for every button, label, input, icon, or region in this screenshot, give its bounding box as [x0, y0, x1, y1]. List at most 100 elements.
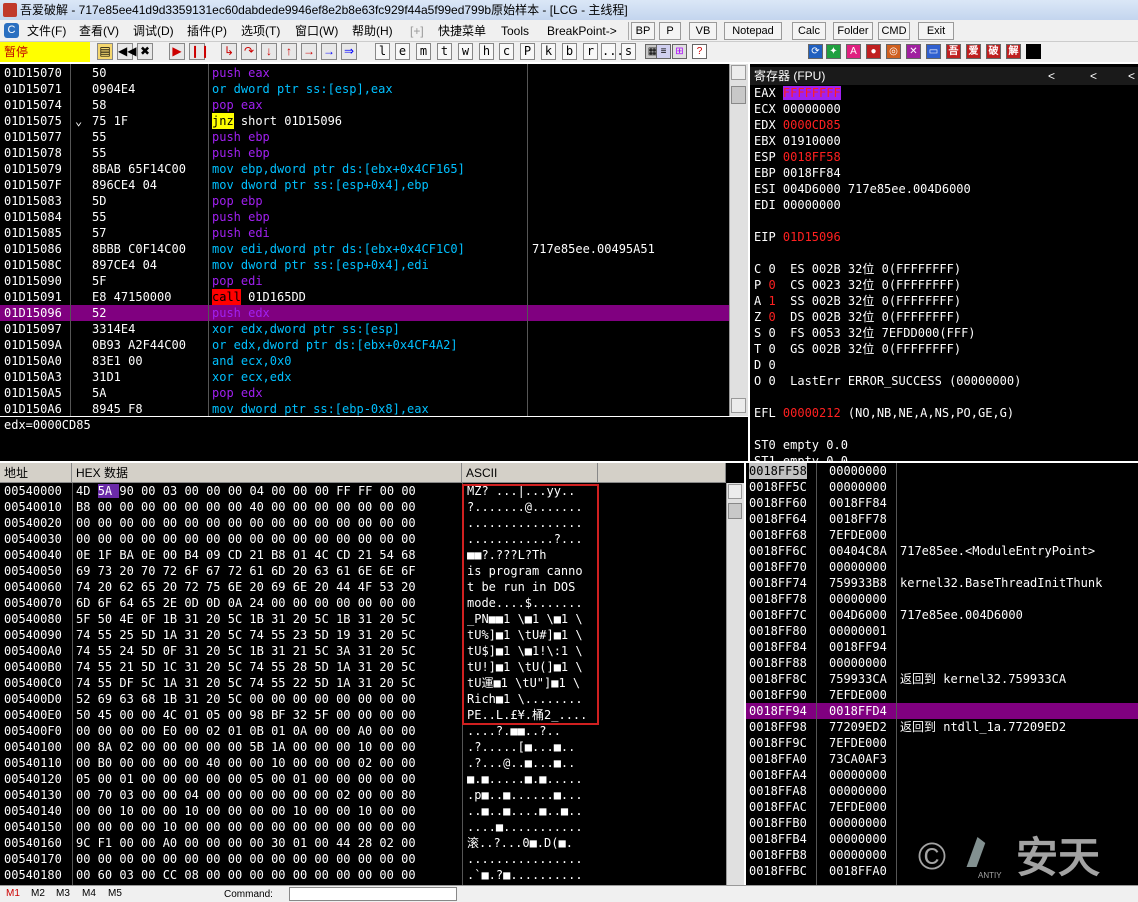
register-line[interactable]: Z 0 DS 002B 32位 0(FFFFFFFF) [754, 309, 1138, 325]
dump-header-ascii[interactable]: ASCII [462, 463, 598, 483]
menu-app-icon[interactable]: C [4, 23, 19, 38]
register-value[interactable]: FFFFFFFF [782, 86, 841, 100]
windows-window-button[interactable]: w [458, 43, 473, 60]
register-line[interactable]: EBP 0018FF84 [754, 165, 1138, 181]
dump-row[interactable]: 00540120 05 00 01 00 00 00 00 00 05 00 01… [0, 771, 726, 787]
memory-tab-m1[interactable]: M1 [6, 888, 20, 899]
register-line[interactable]: ESP 0018FF58 [754, 149, 1138, 165]
p-button[interactable]: P [659, 22, 681, 40]
disasm-row[interactable]: 01D150A0 83E1 00 and ecx,0x0 [0, 353, 730, 369]
register-value[interactable]: 00000212 [783, 406, 841, 420]
register-line[interactable]: EBX 01910000 [754, 133, 1138, 149]
logo-po-icon[interactable]: 破 [986, 44, 1001, 59]
menu-plugins[interactable]: 插件(P) [187, 23, 227, 39]
chevron-left-icon[interactable]: < [1128, 67, 1135, 85]
trace-into-icon[interactable]: ↓ [261, 43, 277, 60]
execute-till-return-icon[interactable]: → [301, 43, 317, 60]
disasm-row[interactable]: 01D15086 8BBB C0F14C00 mov edi,dword ptr ds… [0, 241, 730, 257]
step-into-icon[interactable]: ↳ [221, 43, 237, 60]
handles-window-button[interactable]: h [479, 43, 494, 60]
dump-row[interactable]: 005400B0 74 55 21 5D 1C 31 20 5C 74 55 28… [0, 659, 726, 675]
list-view-icon[interactable]: ≡ [656, 44, 671, 59]
stack-row[interactable]: 0018FF64 0018FF78 [746, 511, 1138, 527]
stack-row[interactable]: 0018FFAC 7EFDE000 [746, 799, 1138, 815]
list-icon[interactable]: ⇒ [341, 43, 357, 60]
disasm-row[interactable]: 01D1508C 897CE4 04 mov dword ptr ss:[esp+0x… [0, 257, 730, 273]
menu-file[interactable]: 文件(F) [27, 23, 66, 39]
stack-row[interactable]: 0018FF58 00000000 [746, 463, 1138, 479]
stack-row[interactable]: 0018FF70 00000000 [746, 559, 1138, 575]
disasm-row[interactable]: 01D150A5 5A pop edx [0, 385, 730, 401]
disasm-row[interactable]: 01D15074 58 pop eax [0, 97, 730, 113]
plugin-green-icon[interactable]: ✦ [826, 44, 841, 59]
stop-icon[interactable]: ● [866, 44, 881, 59]
register-value[interactable]: 0018FF58 [783, 150, 841, 164]
stack-row[interactable]: 0018FFA4 00000000 [746, 767, 1138, 783]
logo-ai-icon[interactable]: 爱 [966, 44, 981, 59]
refresh-icon[interactable]: ⟳ [808, 44, 823, 59]
vb-button[interactable]: VB [689, 22, 717, 40]
register-line[interactable]: D 0 [754, 357, 1138, 373]
register-line[interactable]: ST1 empty 0.0 [754, 453, 1138, 461]
stack-row[interactable]: 0018FF74 759933B8 kernel32.BaseThreadInitT… [746, 575, 1138, 591]
register-line[interactable]: S 0 FS 0053 32位 7EFDD000(FFF) [754, 325, 1138, 341]
menu-breakpoint[interactable]: BreakPoint-> [547, 23, 617, 39]
stack-row[interactable]: 0018FF78 00000000 [746, 591, 1138, 607]
register-line[interactable]: ESI 004D6000 717e85ee.004D6000 [754, 181, 1138, 197]
disasm-row[interactable]: 01D15083 5D pop ebp [0, 193, 730, 209]
stack-row[interactable]: 0018FF94 0018FFD4 [746, 703, 1138, 719]
target-icon[interactable]: ◎ [886, 44, 901, 59]
menu-tools[interactable]: Tools [501, 23, 529, 39]
disassembly-pane[interactable]: 01D15070 50 push eax 01D15071 0904E4 or dword p… [0, 64, 748, 416]
stack-row[interactable]: 0018FF8C 759933CA 返回到 kernel32.759933CA [746, 671, 1138, 687]
dump-row[interactable]: 005400E0 50 45 00 00 4C 01 05 00 98 BF 32… [0, 707, 726, 723]
stack-pane[interactable]: 0018FF58 00000000 0018FF5C 00000000 0018FF60… [746, 463, 1138, 885]
menu-plus[interactable]: [+] [410, 23, 424, 39]
cmd-button[interactable]: CMD [878, 22, 910, 40]
register-line[interactable]: O 0 LastErr ERROR_SUCCESS (00000000) [754, 373, 1138, 389]
trace-over-icon[interactable]: ↑ [281, 43, 297, 60]
folder-button[interactable]: Folder [833, 22, 873, 40]
dump-row[interactable]: 005400C0 74 55 DF 5C 1A 31 20 5C 74 55 22… [0, 675, 726, 691]
register-value[interactable]: 0000CD85 [783, 118, 841, 132]
disasm-row[interactable]: 01D15079 8BAB 65F14C00 mov ebp,dword ptr ds… [0, 161, 730, 177]
x-icon[interactable]: ✕ [906, 44, 921, 59]
disasm-row[interactable]: 01D1509A 0B93 A2F44C00 or edx,dword ptr ds:… [0, 337, 730, 353]
bp-button[interactable]: BP [631, 22, 655, 40]
dump-row[interactable]: 00540010 B8 00 00 00 00 00 00 00 40 00 00… [0, 499, 726, 515]
menu-help[interactable]: 帮助(H) [352, 23, 393, 39]
dump-pane[interactable]: 地址 HEX 数据 ASCII 00540000 4D 5A 90 00 03 0… [0, 463, 744, 885]
layout-icon[interactable]: ⊞ [672, 44, 687, 59]
monitor-icon[interactable]: ▭ [926, 44, 941, 59]
pause-icon[interactable]: ❙❙ [189, 43, 210, 60]
dump-row[interactable]: 005400A0 74 55 24 5D 0F 31 20 5C 1B 31 21… [0, 643, 726, 659]
stack-row[interactable]: 0018FFA0 73CA0AF3 [746, 751, 1138, 767]
disasm-row[interactable]: 01D1507F 896CE4 04 mov dword ptr ss:[esp+0x… [0, 177, 730, 193]
memory-tab-m5[interactable]: M5 [108, 888, 122, 899]
register-line[interactable]: EIP 01D15096 [754, 229, 1138, 245]
dump-row[interactable]: 00540080 5F 50 4E 0F 1B 31 20 5C 1B 31 20… [0, 611, 726, 627]
dump-row[interactable]: 00540040 0E 1F BA 0E 00 B4 09 CD 21 B8 01… [0, 547, 726, 563]
register-line[interactable]: A 1 SS 002B 32位 0(FFFFFFFF) [754, 293, 1138, 309]
dump-row[interactable]: 00540020 00 00 00 00 00 00 00 00 00 00 00… [0, 515, 726, 531]
stack-row[interactable]: 0018FF60 0018FF84 [746, 495, 1138, 511]
log-window-button[interactable]: l [375, 43, 390, 60]
a-icon[interactable]: A [846, 44, 861, 59]
dump-header-addr[interactable]: 地址 [0, 463, 72, 483]
dump-row[interactable]: 00540100 00 8A 02 00 00 00 00 00 5B 1A 00… [0, 739, 726, 755]
stack-row[interactable]: 0018FF5C 00000000 [746, 479, 1138, 495]
help-icon[interactable]: ? [692, 44, 707, 59]
register-line[interactable]: EFL 00000212 (NO,NB,NE,A,NS,PO,GE,G) [754, 405, 1138, 421]
exit-button[interactable]: Exit [918, 22, 954, 40]
cpu-window-button[interactable]: c [499, 43, 514, 60]
scroll-up-icon[interactable] [731, 65, 746, 80]
dump-row[interactable]: 00540110 00 B0 00 00 00 00 40 00 00 10 00… [0, 755, 726, 771]
logo-wu-icon[interactable]: 吾 [946, 44, 961, 59]
stack-row[interactable]: 0018FF88 00000000 [746, 655, 1138, 671]
stack-row[interactable]: 0018FF84 0018FF94 [746, 639, 1138, 655]
dump-row[interactable]: 00540060 74 20 62 65 20 72 75 6E 20 69 6E… [0, 579, 726, 595]
dump-row[interactable]: 005400F0 00 00 00 00 E0 00 02 01 0B 01 0A… [0, 723, 726, 739]
dump-header-hex[interactable]: HEX 数据 [72, 463, 462, 483]
disasm-row[interactable]: 01D15085 57 push edi [0, 225, 730, 241]
disasm-row[interactable]: 01D15077 55 push ebp [0, 129, 730, 145]
